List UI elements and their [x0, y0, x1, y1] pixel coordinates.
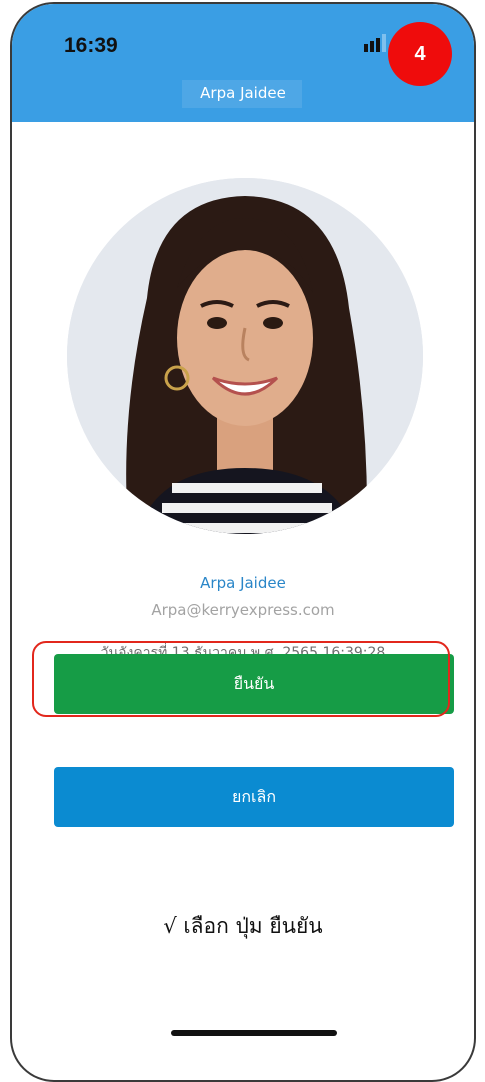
profile-photo [67, 178, 423, 534]
step-badge: 4 [388, 22, 452, 86]
cancel-button[interactable]: ยกเลิก [54, 767, 454, 827]
home-indicator[interactable] [171, 1030, 337, 1036]
user-name: Arpa Jaidee [200, 574, 286, 592]
status-time: 16:39 [64, 34, 118, 57]
phone-frame: 16:39 Arpa Jaidee Arpa Jaidee Arpa@kerry… [10, 2, 476, 1082]
signal-icon [364, 34, 386, 52]
instruction-text: √ เลือก ปุ่ม ยืนยัน [163, 914, 323, 938]
page-title: Arpa Jaidee [200, 84, 286, 102]
user-email: Arpa@kerryexpress.com [151, 601, 335, 619]
confirm-highlight-outline [32, 641, 450, 717]
avatar [67, 178, 423, 534]
